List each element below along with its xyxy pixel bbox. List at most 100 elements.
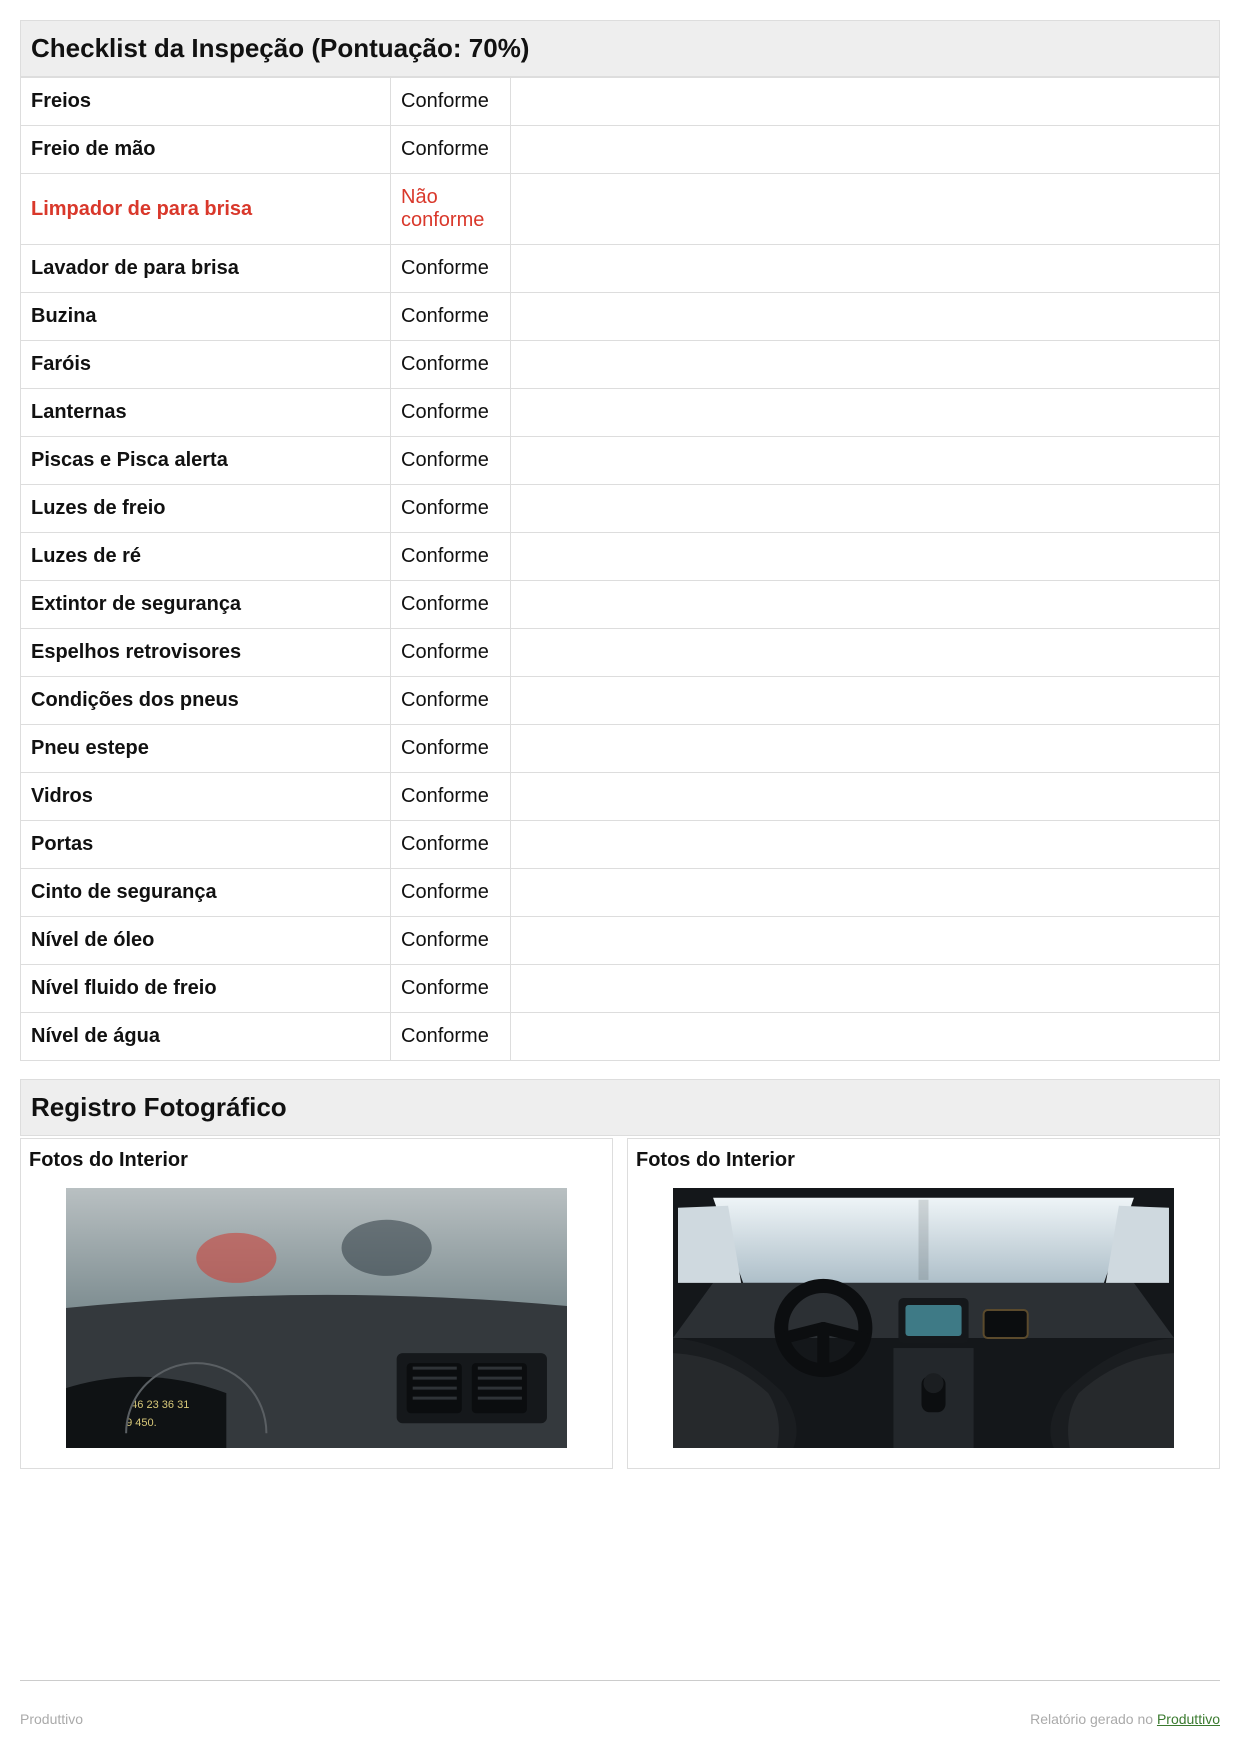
checklist-item-name: Lavador de para brisa	[21, 245, 391, 293]
table-row: VidrosConforme	[21, 773, 1220, 821]
checklist-item-notes	[511, 437, 1220, 485]
checklist-table: FreiosConformeFreio de mãoConformeLimpad…	[20, 77, 1220, 1061]
checklist-item-status: Conforme	[391, 677, 511, 725]
car-interior-photo-icon	[673, 1188, 1174, 1448]
checklist-item-name: Extintor de segurança	[21, 581, 391, 629]
table-row: Limpador de para brisaNão conforme	[21, 174, 1220, 245]
table-row: Pneu estepeConforme	[21, 725, 1220, 773]
photo-card-title: Fotos do Interior	[21, 1139, 612, 1180]
checklist-item-status: Conforme	[391, 917, 511, 965]
table-row: BuzinaConforme	[21, 293, 1220, 341]
checklist-item-notes	[511, 126, 1220, 174]
checklist-item-status: Conforme	[391, 1013, 511, 1061]
checklist-item-status: Conforme	[391, 629, 511, 677]
checklist-item-status: Conforme	[391, 245, 511, 293]
checklist-item-name: Luzes de freio	[21, 485, 391, 533]
photo-row: Fotos do Interior	[20, 1138, 1220, 1469]
checklist-item-name: Espelhos retrovisores	[21, 629, 391, 677]
checklist-item-notes	[511, 821, 1220, 869]
table-row: Nível fluido de freioConforme	[21, 965, 1220, 1013]
car-dashboard-photo-icon: 46 23 36 31 9 450.	[66, 1188, 567, 1448]
checklist-item-status: Conforme	[391, 821, 511, 869]
table-row: LanternasConforme	[21, 389, 1220, 437]
checklist-item-name: Cinto de segurança	[21, 869, 391, 917]
checklist-item-status: Conforme	[391, 773, 511, 821]
svg-text:9 450.: 9 450.	[126, 1417, 157, 1429]
table-row: FreiosConforme	[21, 78, 1220, 126]
checklist-item-name: Faróis	[21, 341, 391, 389]
checklist-item-name: Freio de mão	[21, 126, 391, 174]
checklist-item-notes	[511, 293, 1220, 341]
checklist-item-name: Portas	[21, 821, 391, 869]
checklist-item-name: Condições dos pneus	[21, 677, 391, 725]
table-row: Cinto de segurançaConforme	[21, 869, 1220, 917]
checklist-item-notes	[511, 725, 1220, 773]
checklist-item-notes	[511, 389, 1220, 437]
photo-section: Registro Fotográfico Fotos do Interior	[20, 1079, 1220, 1469]
checklist-item-name: Nível de água	[21, 1013, 391, 1061]
checklist-item-name: Pneu estepe	[21, 725, 391, 773]
checklist-item-status: Conforme	[391, 389, 511, 437]
checklist-item-notes	[511, 1013, 1220, 1061]
table-row: Luzes de freioConforme	[21, 485, 1220, 533]
checklist-item-notes	[511, 485, 1220, 533]
checklist-item-status: Não conforme	[391, 174, 511, 245]
table-row: Espelhos retrovisoresConforme	[21, 629, 1220, 677]
checklist-item-status: Conforme	[391, 341, 511, 389]
table-row: Condições dos pneusConforme	[21, 677, 1220, 725]
svg-text:46 23 36 31: 46 23 36 31	[131, 1399, 189, 1411]
checklist-item-notes	[511, 581, 1220, 629]
checklist-item-status: Conforme	[391, 581, 511, 629]
checklist-item-notes	[511, 174, 1220, 245]
photo-card: Fotos do Interior	[627, 1138, 1220, 1469]
checklist-item-status: Conforme	[391, 533, 511, 581]
photo-card-title: Fotos do Interior	[628, 1139, 1219, 1180]
table-row: Luzes de réConforme	[21, 533, 1220, 581]
checklist-item-status: Conforme	[391, 485, 511, 533]
footer-credit-prefix: Relatório gerado no	[1030, 1711, 1157, 1727]
table-row: Lavador de para brisaConforme	[21, 245, 1220, 293]
photo-section-header: Registro Fotográfico	[20, 1079, 1220, 1136]
table-row: Freio de mãoConforme	[21, 126, 1220, 174]
table-row: Nível de óleoConforme	[21, 917, 1220, 965]
photo-placeholder: 46 23 36 31 9 450.	[66, 1188, 567, 1448]
checklist-item-status: Conforme	[391, 78, 511, 126]
checklist-item-status: Conforme	[391, 293, 511, 341]
checklist-item-name: Freios	[21, 78, 391, 126]
checklist-item-status: Conforme	[391, 437, 511, 485]
checklist-item-name: Buzina	[21, 293, 391, 341]
table-row: FaróisConforme	[21, 341, 1220, 389]
checklist-item-status: Conforme	[391, 869, 511, 917]
checklist-item-notes	[511, 629, 1220, 677]
checklist-item-name: Piscas e Pisca alerta	[21, 437, 391, 485]
checklist-item-notes	[511, 965, 1220, 1013]
checklist-item-notes	[511, 869, 1220, 917]
checklist-item-name: Lanternas	[21, 389, 391, 437]
checklist-item-notes	[511, 773, 1220, 821]
table-row: Extintor de segurançaConforme	[21, 581, 1220, 629]
checklist-item-status: Conforme	[391, 126, 511, 174]
footer-brand-link[interactable]: Produttivo	[1157, 1711, 1220, 1727]
checklist-item-notes	[511, 245, 1220, 293]
checklist-item-notes	[511, 341, 1220, 389]
photo-placeholder	[673, 1188, 1174, 1448]
table-row: PortasConforme	[21, 821, 1220, 869]
footer-credit: Relatório gerado no Produttivo	[1030, 1711, 1220, 1727]
checklist-item-name: Luzes de ré	[21, 533, 391, 581]
checklist-section-header: Checklist da Inspeção (Pontuação: 70%)	[20, 20, 1220, 77]
checklist-item-name: Vidros	[21, 773, 391, 821]
checklist-item-notes	[511, 78, 1220, 126]
table-row: Piscas e Pisca alertaConforme	[21, 437, 1220, 485]
checklist-item-name: Nível de óleo	[21, 917, 391, 965]
report-footer: Produttivo Relatório gerado no Produttiv…	[20, 1680, 1220, 1727]
checklist-item-notes	[511, 677, 1220, 725]
footer-brand: Produttivo	[20, 1711, 83, 1727]
photo-card: Fotos do Interior	[20, 1138, 613, 1469]
checklist-item-notes	[511, 917, 1220, 965]
checklist-item-status: Conforme	[391, 725, 511, 773]
checklist-item-name: Limpador de para brisa	[21, 174, 391, 245]
checklist-item-status: Conforme	[391, 965, 511, 1013]
checklist-item-name: Nível fluido de freio	[21, 965, 391, 1013]
checklist-item-notes	[511, 533, 1220, 581]
table-row: Nível de águaConforme	[21, 1013, 1220, 1061]
